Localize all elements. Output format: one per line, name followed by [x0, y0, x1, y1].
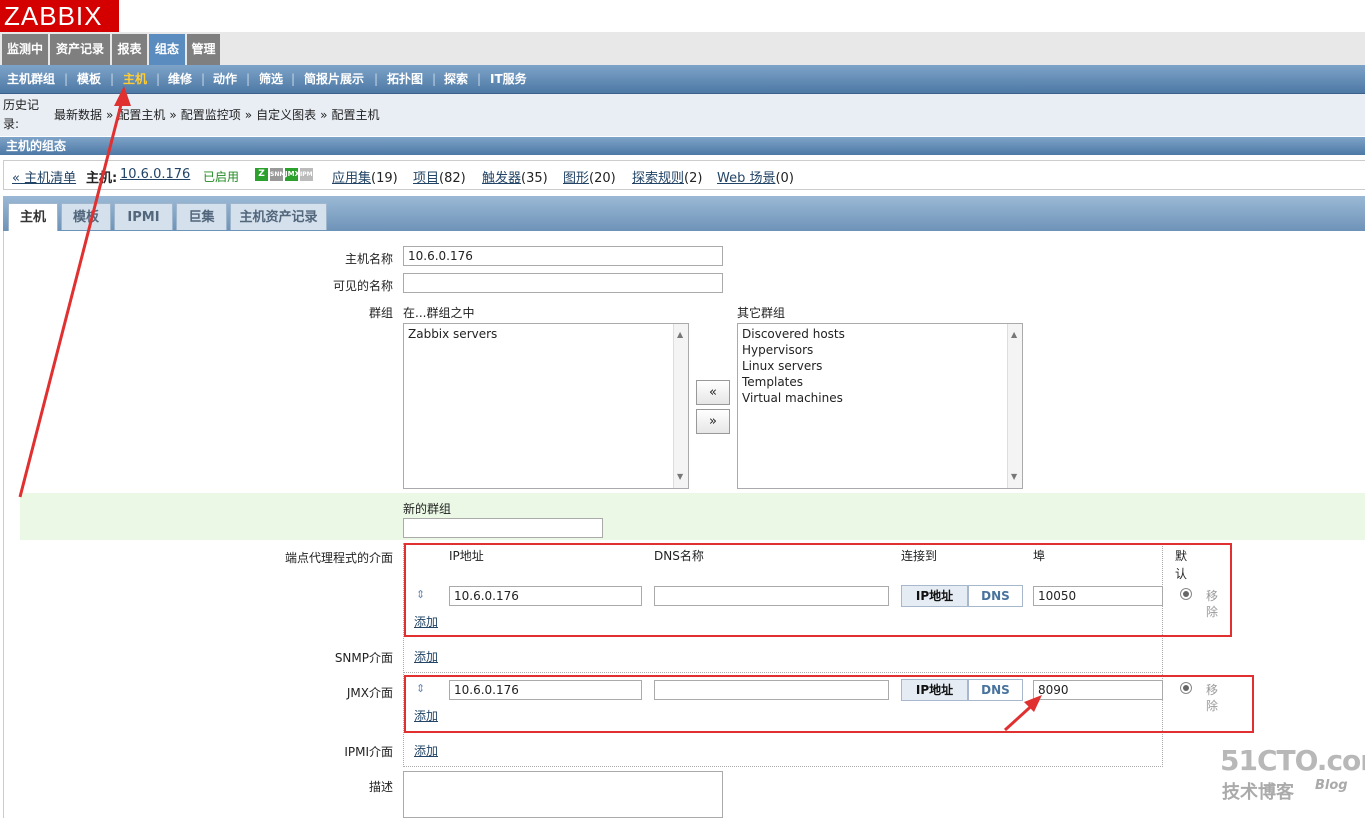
- annotation-arrows: [18, 86, 1042, 732]
- arrow-to-jmx-port: [1003, 695, 1042, 732]
- watermark-blog: Blog: [1315, 778, 1348, 793]
- arrow-to-hosts-menu: [18, 86, 131, 498]
- watermark-logo: 51CTO.com: [1220, 744, 1365, 777]
- watermark-subtitle: 技术博客: [1222, 782, 1294, 803]
